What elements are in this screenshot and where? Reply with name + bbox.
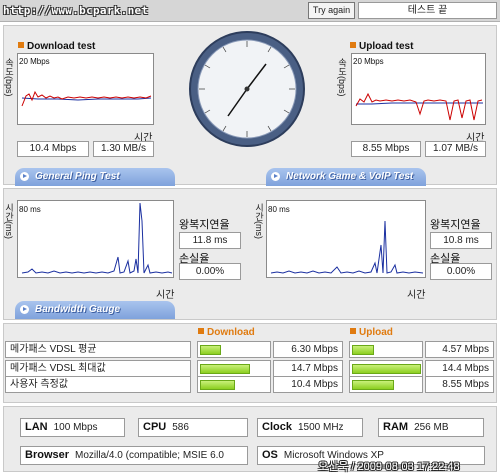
upload-mbps: 8.55 Mbps [351, 141, 421, 157]
tab-ping-label: General Ping Test [35, 171, 120, 182]
bullet-icon [18, 42, 24, 48]
arrow-icon [20, 305, 29, 314]
upload-bar-cell [349, 376, 423, 393]
bullet-icon [350, 328, 356, 334]
upload-mbs: 1.07 MB/s [425, 141, 486, 157]
lan-label: LAN [25, 421, 48, 433]
download-value: 10.4 Mbps [273, 376, 343, 393]
download-bar-fill [200, 345, 221, 355]
upload-value: 8.55 Mbps [425, 376, 494, 393]
upload-scale: 20 Mbps [353, 57, 384, 66]
download-bar-fill [200, 364, 250, 374]
download-head-text: Download [207, 327, 255, 338]
clock-info: Clock 1500 MHz [257, 418, 363, 437]
bullet-icon [198, 328, 204, 334]
cpu-value: 586 [172, 422, 189, 433]
ping-scale: 80 ms [19, 205, 41, 214]
ping-line-chart [21, 202, 173, 274]
download-bar-fill [200, 380, 235, 390]
tab-bandwidth-gauge[interactable]: Bandwidth Gauge [15, 301, 175, 319]
game-line-chart [270, 220, 424, 274]
download-column-head: Download [198, 327, 255, 338]
ping-ylabel: 시간(ms) [4, 203, 14, 239]
tab-network-game[interactable]: Network Game & VoIP Test [266, 168, 426, 186]
upload-bar-fill [352, 364, 421, 374]
upload-bar-cell [349, 360, 423, 377]
upload-value: 14.4 Mbps [425, 360, 494, 377]
game-scale: 80 ms [268, 205, 290, 214]
upload-bar-fill [352, 345, 374, 355]
ping-rtt-value: 11.8 ms [179, 232, 241, 249]
tab-general-ping[interactable]: General Ping Test [15, 168, 175, 186]
upload-bar-cell [349, 341, 423, 358]
cpu-label: CPU [143, 421, 167, 433]
ram-label: RAM [383, 421, 409, 433]
bullet-icon [350, 42, 356, 48]
tab-game-label: Network Game & VoIP Test [286, 171, 414, 182]
clock-label: Clock [262, 421, 292, 433]
game-ylabel: 시간(ms) [254, 203, 264, 239]
download-scale: 20 Mbps [19, 57, 50, 66]
status-box: 테스트 끝 [358, 2, 497, 19]
upload-head-text: Upload [359, 327, 393, 338]
game-xlabel: 시간 [407, 290, 426, 301]
browser-info: Browser Mozilla/4.0 (compatible; MSIE 6.0 [20, 446, 248, 465]
browser-value: Mozilla/4.0 (compatible; MSIE 6.0 [75, 450, 224, 461]
bandwidth-row-label: 메가패스 VDSL 최대값 [5, 360, 191, 377]
download-mbps: 10.4 Mbps [17, 141, 89, 157]
upload-title: Upload test [350, 41, 413, 52]
ping-loss-value: 0.00% [179, 263, 241, 280]
download-mbs: 1.30 MB/s [93, 141, 154, 157]
lan-info: LAN 100 Mbps [20, 418, 125, 437]
cpu-info: CPU 586 [138, 418, 248, 437]
game-rtt-value: 10.8 ms [430, 232, 492, 249]
download-ylabel: 속도(bps) [4, 58, 14, 97]
download-title-text: Download test [27, 41, 96, 52]
download-bar-cell [197, 341, 271, 358]
upload-value: 4.57 Mbps [425, 341, 494, 358]
try-again-button[interactable]: Try again [308, 2, 355, 19]
upload-bar-fill [352, 380, 394, 390]
ram-value: 256 MB [414, 422, 449, 433]
ram-info: RAM 256 MB [378, 418, 484, 437]
download-bar-cell [197, 376, 271, 393]
download-value: 14.7 Mbps [273, 360, 343, 377]
download-value: 6.30 Mbps [273, 341, 343, 358]
speed-gauge [189, 31, 305, 147]
upload-title-text: Upload test [359, 41, 414, 52]
ping-xlabel: 시간 [156, 290, 175, 301]
arrow-icon [20, 172, 29, 181]
watermark: 오산욱 / 2009-08-03 17:22:48 [318, 461, 460, 473]
game-graph [266, 200, 426, 278]
bandwidth-row-label: 사용자 측정값 [5, 376, 191, 393]
download-title: Download test [18, 41, 95, 52]
bandwidth-row-label: 메가패스 VDSL 평균 [5, 341, 191, 358]
upload-ylabel: 속도(bps) [337, 58, 347, 97]
download-bar-cell [197, 360, 271, 377]
tab-bandwidth-label: Bandwidth Gauge [35, 304, 120, 315]
lan-value: 100 Mbps [53, 422, 98, 433]
browser-label: Browser [25, 449, 70, 461]
site-url: http://www.bcpark.net [3, 4, 149, 17]
clock-value: 1500 MHz [297, 422, 344, 433]
game-rtt-label: 왕복지연율 [430, 219, 481, 231]
os-label: OS [262, 449, 278, 461]
upload-column-head: Upload [350, 327, 393, 338]
ping-rtt-label: 왕복지연율 [179, 219, 230, 231]
game-loss-value: 0.00% [430, 263, 492, 280]
arrow-icon [271, 172, 280, 181]
